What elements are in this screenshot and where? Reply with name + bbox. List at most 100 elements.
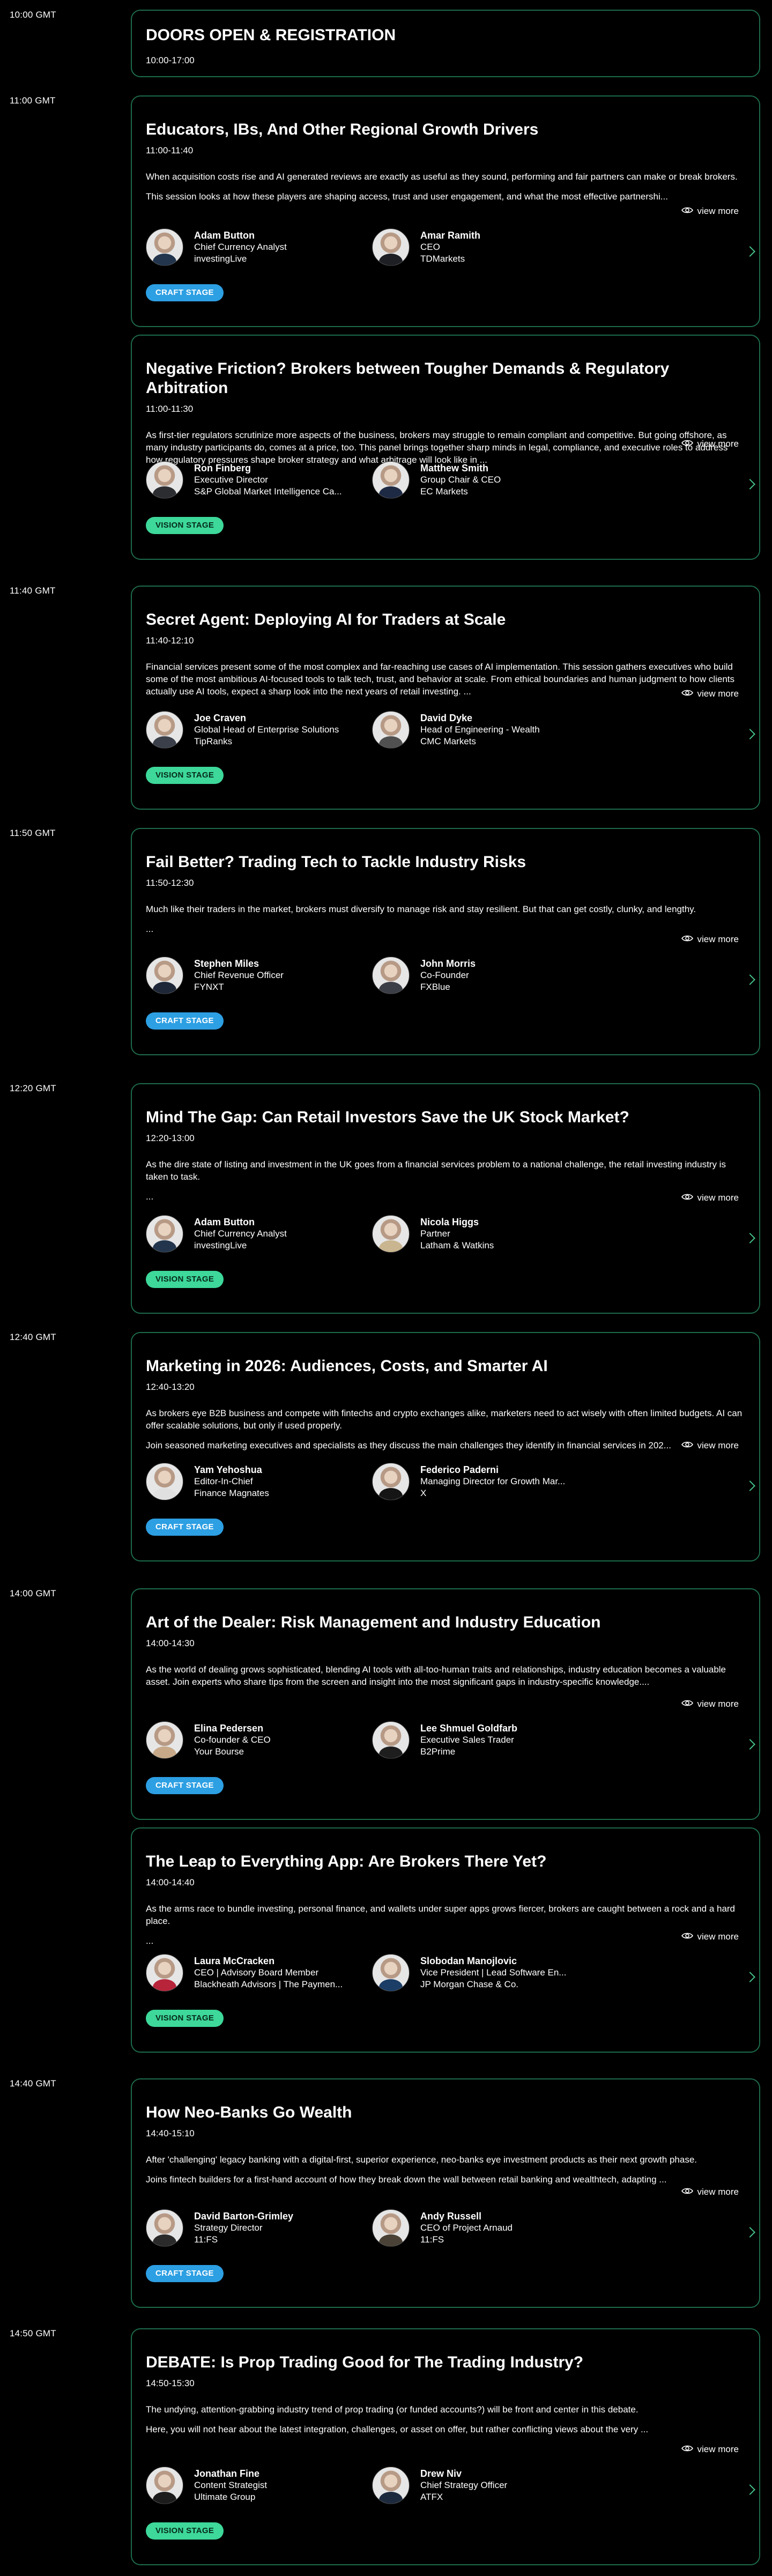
- speaker-info: Slobodan Manojlovic Vice President | Lead…: [420, 1954, 566, 1990]
- speaker[interactable]: Ron Finberg Executive Director S&P Global …: [146, 461, 372, 499]
- speaker[interactable]: Yam Yehoshua Editor-In-Chief Finance Magna…: [146, 1463, 372, 1500]
- session-card[interactable]: The Leap to Everything App: Are Brokers …: [131, 1827, 760, 2053]
- speaker[interactable]: Adam Button Chief Currency Analyst investi…: [146, 228, 372, 266]
- session-card[interactable]: DEBATE: Is Prop Trading Good for The Tra…: [131, 2328, 760, 2565]
- description-paragraph: When acquisition costs rise and AI gener…: [146, 172, 738, 182]
- speaker-role: Head of Engineering - Wealth: [420, 724, 540, 735]
- speaker-avatar: [146, 711, 183, 749]
- chevron-right-icon[interactable]: [745, 2484, 755, 2495]
- chevron-right-icon[interactable]: [745, 1972, 755, 1982]
- speaker-name: Matthew Smith: [420, 463, 489, 473]
- speaker-name: Adam Button: [194, 230, 255, 241]
- speaker-name: Jonathan Fine: [194, 2468, 260, 2479]
- speaker[interactable]: Slobodan Manojlovic Vice President | Lead…: [372, 1954, 598, 1992]
- speaker-role: Content Strategist: [194, 2480, 268, 2490]
- chevron-right-icon[interactable]: [745, 974, 755, 985]
- speaker-avatar: [372, 711, 410, 749]
- view-more-link[interactable]: view more: [681, 934, 739, 945]
- speaker-organization: TipRanks: [194, 736, 233, 746]
- speaker[interactable]: Andy Russell CEO of Project Arnaud 11:FS: [372, 2209, 598, 2247]
- speaker-avatar: [372, 957, 410, 994]
- speaker[interactable]: Amar Ramith CEO TDMarkets: [372, 228, 598, 266]
- speaker[interactable]: Adam Button Chief Currency Analyst investi…: [146, 1215, 372, 1253]
- session-card[interactable]: Negative Friction? Brokers between Tough…: [131, 335, 760, 560]
- session-description: After 'challenging' legacy banking with …: [146, 2153, 745, 2186]
- speaker-organization: ATFX: [420, 2492, 443, 2502]
- view-more-link[interactable]: view more: [681, 689, 739, 699]
- speaker-info: Stephen Miles Chief Revenue Officer FYNXT: [194, 957, 284, 993]
- session-card[interactable]: Marketing in 2026: Audiences, Costs, and…: [131, 1332, 760, 1561]
- session-description: As brokers eye B2B business and compete …: [146, 1407, 745, 1452]
- speaker[interactable]: Drew Niv Chief Strategy Officer ATFX: [372, 2467, 598, 2504]
- session-title: DOORS OPEN & REGISTRATION: [146, 26, 396, 44]
- session-title: The Leap to Everything App: Are Brokers …: [146, 1853, 547, 1870]
- session-card[interactable]: How Neo-Banks Go Wealth 14:40-15:10 After …: [131, 2078, 760, 2308]
- chevron-right-icon[interactable]: [745, 2227, 755, 2238]
- stage-tag: VISION STAGE: [146, 2522, 224, 2540]
- speaker-avatar: [146, 1721, 183, 1759]
- speaker-role: Chief Currency Analyst: [194, 1228, 287, 1239]
- chevron-right-icon[interactable]: [745, 246, 755, 257]
- speaker-info: Elina Pedersen Co-founder & CEO Your Bours…: [194, 1721, 271, 1758]
- session-card[interactable]: Secret Agent: Deploying AI for Traders a…: [131, 586, 760, 810]
- session-card[interactable]: DOORS OPEN & REGISTRATION 10:00-17:00: [131, 10, 760, 77]
- speaker[interactable]: Stephen Miles Chief Revenue Officer FYNXT: [146, 957, 372, 994]
- eye-icon: [681, 2187, 693, 2197]
- speaker-avatar: [372, 461, 410, 499]
- description-paragraph: ...: [146, 1191, 154, 1202]
- view-more-link[interactable]: view more: [681, 1931, 739, 1942]
- stage-tag: VISION STAGE: [146, 1271, 224, 1288]
- speaker[interactable]: David Barton-Grimley Strategy Director 11:…: [146, 2209, 372, 2247]
- session-title: Mind The Gap: Can Retail Investors Save …: [146, 1108, 629, 1126]
- speaker-role: Partner: [420, 1228, 450, 1239]
- view-more-link[interactable]: view more: [681, 1193, 739, 1203]
- chevron-right-icon[interactable]: [745, 1481, 755, 1491]
- description-paragraph: As the dire state of listing and investm…: [146, 1159, 726, 1182]
- speaker-info: Lee Shmuel Goldfarb Executive Sales Trade…: [420, 1721, 517, 1758]
- speaker[interactable]: John Morris Co-Founder FXBlue: [372, 957, 598, 994]
- speaker-role: Managing Director for Growth Mar...: [420, 1476, 566, 1486]
- view-more-link[interactable]: view more: [681, 439, 739, 449]
- session-card[interactable]: Mind The Gap: Can Retail Investors Save …: [131, 1083, 760, 1314]
- speaker[interactable]: Lee Shmuel Goldfarb Executive Sales Trade…: [372, 1721, 598, 1759]
- speaker-organization: Blackheath Advisors | The Paymen...: [194, 1979, 343, 1989]
- speaker-organization: JP Morgan Chase & Co.: [420, 1979, 518, 1989]
- speaker-role: Co-Founder: [420, 970, 469, 980]
- session-card[interactable]: Art of the Dealer: Risk Management and I…: [131, 1588, 760, 1820]
- chevron-right-icon[interactable]: [745, 479, 755, 490]
- session-card[interactable]: Educators, IBs, And Other Regional Growt…: [131, 95, 760, 327]
- stage-tag: CRAFT STAGE: [146, 1519, 224, 1536]
- speaker[interactable]: Elina Pedersen Co-founder & CEO Your Bours…: [146, 1721, 372, 1759]
- chevron-right-icon[interactable]: [745, 1233, 755, 1243]
- view-more-link[interactable]: view more: [681, 1440, 739, 1451]
- speaker[interactable]: Nicola Higgs Partner Latham & Watkins: [372, 1215, 598, 1253]
- view-more-link[interactable]: view more: [681, 2444, 739, 2455]
- speaker[interactable]: David Dyke Head of Engineering - Wealth CM…: [372, 711, 598, 749]
- slot-time-label: 12:40 GMT: [10, 1332, 56, 1342]
- speaker-info: Amar Ramith CEO TDMarkets: [420, 228, 480, 265]
- speaker[interactable]: Laura McCracken CEO | Advisory Board Memb…: [146, 1954, 372, 1992]
- eye-icon: [681, 206, 693, 217]
- session-time: 12:40-13:20: [146, 1382, 195, 1392]
- description-paragraph: This session looks at how these players …: [146, 191, 668, 202]
- slot-time-label: 11:40 GMT: [10, 586, 56, 596]
- view-more-label: view more: [697, 439, 739, 449]
- speaker-role: Strategy Director: [194, 2223, 263, 2233]
- view-more-link[interactable]: view more: [681, 1699, 739, 1709]
- view-more-link[interactable]: view more: [681, 206, 739, 217]
- session-card[interactable]: Fail Better? Trading Tech to Tackle Indu…: [131, 828, 760, 1055]
- speaker-role: Chief Revenue Officer: [194, 970, 284, 980]
- chevron-right-icon[interactable]: [745, 729, 755, 739]
- speaker-role: CEO: [420, 242, 440, 252]
- speaker[interactable]: Jonathan Fine Content Strategist Ultimate …: [146, 2467, 372, 2504]
- session-title: Secret Agent: Deploying AI for Traders a…: [146, 611, 506, 628]
- speaker-name: Joe Craven: [194, 713, 247, 723]
- speaker[interactable]: Federico Paderni Managing Director for Gr…: [372, 1463, 598, 1500]
- speaker-organization: FYNXT: [194, 982, 224, 992]
- speaker-avatar: [146, 461, 183, 499]
- speaker[interactable]: Matthew Smith Group Chair & CEO EC Markets: [372, 461, 598, 499]
- chevron-right-icon[interactable]: [745, 1739, 755, 1750]
- speaker-organization: EC Markets: [420, 486, 468, 497]
- speaker[interactable]: Joe Craven Global Head of Enterprise Solu…: [146, 711, 372, 749]
- view-more-link[interactable]: view more: [681, 2187, 739, 2197]
